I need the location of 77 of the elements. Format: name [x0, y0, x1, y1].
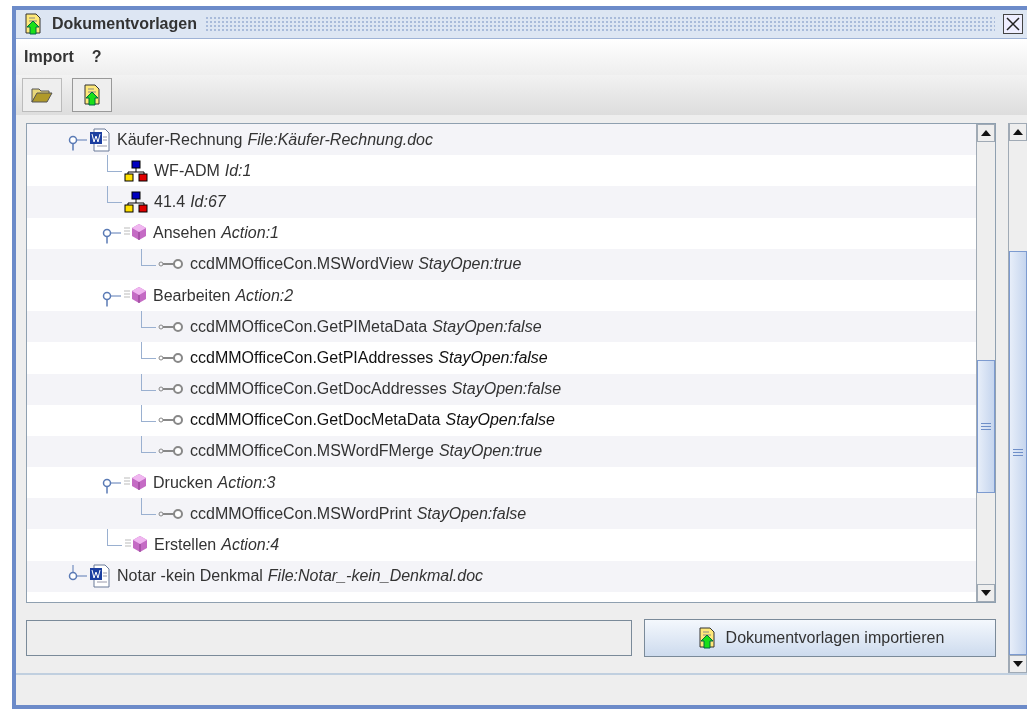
scroll-thumb[interactable]	[977, 360, 995, 494]
import-toolbar-button[interactable]	[72, 78, 112, 112]
node-label: Ansehen	[153, 224, 217, 243]
cube-icon	[123, 472, 147, 493]
connector-icon	[158, 507, 184, 520]
connector-icon	[158, 320, 184, 333]
close-button[interactable]	[1003, 14, 1023, 34]
connector-icon	[158, 445, 184, 458]
document-import-icon	[22, 13, 44, 35]
node-label: ccdMMOfficeCon.GetDocAddresses	[190, 380, 447, 399]
node-detail: File:Käufer-Rechnung.doc	[247, 130, 433, 149]
window-scrollbar[interactable]	[1008, 123, 1027, 673]
node-detail: Action:1	[221, 224, 279, 243]
window-title: Dokumentvorlagen	[52, 15, 197, 33]
hierarchy-icon	[124, 159, 148, 182]
scroll-thumb[interactable]	[1009, 250, 1027, 655]
node-label: Notar -kein Denkmal	[117, 567, 263, 586]
node-detail: StayOpen:false	[438, 348, 548, 367]
word-document-icon	[89, 564, 111, 589]
tree-row[interactable]: ccdMMOfficeCon.MSWordView StayOpen:true	[27, 248, 976, 280]
up-arrow-icon	[1013, 129, 1023, 135]
node-label: WF-ADM	[154, 161, 220, 180]
grip-icon	[1013, 449, 1023, 457]
status-input-field[interactable]	[26, 620, 632, 656]
node-detail: StayOpen:false	[445, 411, 555, 430]
node-detail: Action:3	[217, 473, 276, 492]
scroll-down-button[interactable]	[977, 584, 995, 602]
scroll-up-button[interactable]	[977, 124, 995, 142]
node-label: ccdMMOfficeCon.MSWordPrint	[190, 504, 412, 523]
up-arrow-icon	[981, 130, 991, 136]
node-detail: Id:1	[224, 161, 252, 180]
open-button[interactable]	[22, 78, 62, 112]
node-detail: Id:67	[190, 192, 226, 211]
tree-row[interactable]: ccdMMOfficeCon.GetDocAddresses StayOpen:false	[27, 373, 976, 405]
tree-row[interactable]: ccdMMOfficeCon.MSWordFMerge StayOpen:true	[27, 435, 976, 468]
node-detail: File:Notar_-kein_Denkmal.doc	[267, 567, 484, 586]
node-label: Bearbeiten	[153, 286, 231, 305]
down-arrow-icon	[1013, 661, 1023, 667]
open-folder-icon	[31, 86, 53, 104]
tree-row[interactable]: Käufer-Rechnung File:Käufer-Rechnung.doc	[27, 124, 976, 156]
tree-row[interactable]: ccdMMOfficeCon.MSWordPrint StayOpen:false	[27, 498, 976, 530]
close-icon	[1006, 17, 1020, 31]
node-detail: StayOpen:false	[416, 504, 527, 523]
scroll-up-button[interactable]	[1009, 123, 1027, 141]
scroll-down-button[interactable]	[1009, 655, 1027, 673]
node-label: Käufer-Rechnung	[117, 130, 243, 149]
connector-icon	[158, 258, 184, 271]
menu-item[interactable]: ?	[91, 48, 102, 66]
scrollbar[interactable]	[976, 124, 995, 602]
down-arrow-icon	[981, 590, 991, 596]
node-label: ccdMMOfficeCon.GetDocMetaData	[190, 411, 441, 430]
cube-icon	[123, 285, 147, 306]
connector-icon	[158, 383, 184, 396]
node-detail: Action:4	[221, 536, 280, 555]
node-detail: StayOpen:true	[418, 255, 522, 274]
node-label: ccdMMOfficeCon.GetPIAddresses	[190, 348, 434, 367]
node-label: Drucken	[153, 473, 213, 492]
tree-row[interactable]: ccdMMOfficeCon.GetPIMetaData StayOpen:false	[27, 311, 976, 343]
node-label: ccdMMOfficeCon.GetPIMetaData	[190, 317, 428, 336]
tree-row[interactable]: 41.4 Id:67	[27, 186, 976, 218]
node-label: Erstellen	[154, 536, 217, 555]
word-document-icon	[89, 127, 111, 152]
node-detail: StayOpen:false	[451, 380, 562, 399]
document-import-icon	[81, 84, 103, 106]
node-label: ccdMMOfficeCon.MSWordView	[190, 255, 414, 274]
node-label: ccdMMOfficeCon.MSWordFMerge	[190, 442, 434, 461]
node-detail: Action:2	[235, 286, 294, 305]
node-detail: StayOpen:false	[432, 317, 542, 336]
connector-icon	[158, 414, 184, 427]
node-detail: StayOpen:true	[438, 442, 543, 461]
import-button[interactable]: Dokumentvorlagen importieren	[644, 619, 996, 657]
grip-icon	[981, 423, 991, 431]
tree-row[interactable]: Notar -kein Denkmal File:Notar_-kein_Denkmal.doc	[27, 560, 976, 592]
hierarchy-icon	[124, 190, 148, 213]
menu-item[interactable]: Import	[24, 48, 74, 66]
node-label: 41.4	[154, 192, 186, 211]
connector-icon	[158, 351, 184, 364]
